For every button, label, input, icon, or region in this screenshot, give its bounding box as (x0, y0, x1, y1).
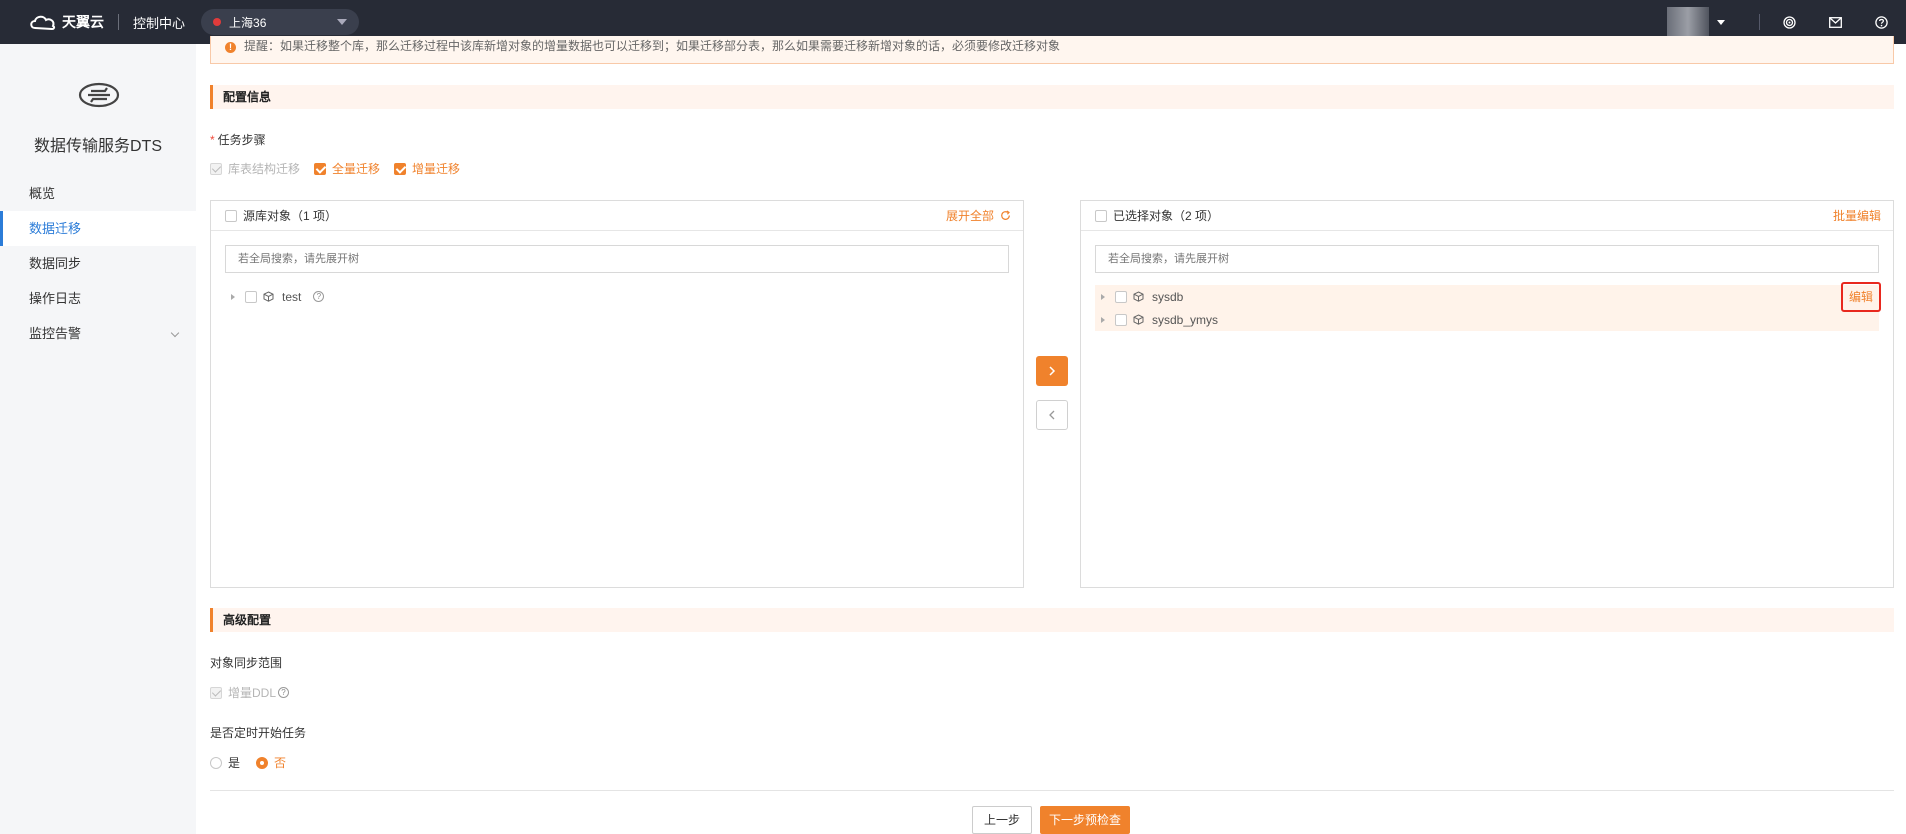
brand-name: 天翼云 (62, 14, 104, 30)
ddl-option: 增量DDL ? (210, 684, 290, 701)
step-label: 库表结构迁移 (228, 162, 301, 176)
task-steps: 库表结构迁移 全量迁移 增量迁移 (210, 160, 474, 177)
location-pin-icon (213, 18, 222, 26)
tree-row[interactable]: test ? (225, 285, 1009, 308)
checkbox (210, 686, 222, 699)
database-cube-icon (263, 291, 274, 302)
task-steps-text: 任务步骤 (217, 133, 266, 147)
step-incremental-migration[interactable]: 增量迁移 (394, 160, 460, 177)
help-icon[interactable]: ? (313, 291, 325, 302)
service-title: 数据传输服务DTS (33, 138, 162, 155)
radio-no-label: 否 (274, 756, 287, 770)
expand-triangle-icon[interactable] (231, 293, 235, 300)
panel-header: 已选择对象（2 项） 批量编辑 (1081, 201, 1893, 231)
sidebar-nav: 概览 数据迁移 数据同步 操作日志 监控告警 (0, 176, 196, 351)
tree-item-label: sysdb_ymys (1152, 312, 1219, 327)
radio-no[interactable] (256, 756, 269, 769)
chevron-down-icon (337, 19, 348, 25)
avatar[interactable] (1667, 7, 1709, 37)
notice-banner: ! 提醒：如果迁移整个库，那么迁移过程中该库新增对象的增量数据也可以迁移到；如果迁… (210, 36, 1894, 64)
panel-title: 源库对象（1 项） (243, 209, 338, 223)
select-all-checkbox[interactable] (1095, 209, 1107, 222)
chevron-right-icon (1049, 366, 1056, 376)
previous-step-button[interactable]: 上一步 (972, 806, 1032, 834)
step-label: 全量迁移 (332, 162, 381, 176)
selected-tree: sysdb 编辑 sysdb_ymys (1095, 281, 1881, 331)
tree-item-label: test (282, 289, 302, 304)
panel-header: 源库对象（1 项） 展开全部 (211, 201, 1023, 231)
sync-scope-label: 对象同步范围 (210, 656, 283, 670)
tree-row[interactable]: sysdb 编辑 (1095, 281, 1881, 312)
checkbox[interactable] (1115, 313, 1127, 326)
scheduled-start-radio-group: 是 否 (210, 754, 286, 771)
next-precheck-button[interactable]: 下一步预检查 (1040, 806, 1130, 834)
expand-triangle-icon[interactable] (1101, 293, 1105, 300)
required-mark: * (210, 133, 215, 147)
step-schema-migration: 库表结构迁移 (210, 160, 300, 177)
warning-icon: ! (225, 42, 236, 53)
step-full-migration[interactable]: 全量迁移 (314, 160, 380, 177)
chevron-left-icon (1049, 410, 1055, 420)
sidebar-item-operation-log[interactable]: 操作日志 (0, 281, 196, 316)
sidebar-item-overview[interactable]: 概览 (0, 176, 196, 211)
expand-triangle-icon[interactable] (1101, 316, 1105, 323)
source-search-input[interactable] (225, 245, 1009, 273)
checkbox[interactable] (394, 162, 407, 175)
ddl-label: 增量DDL (228, 686, 277, 700)
task-steps-label: * 任务步骤 (210, 131, 266, 148)
database-cube-icon (1133, 314, 1144, 325)
target-icon[interactable] (1782, 15, 1796, 29)
selected-objects-panel: 已选择对象（2 项） 批量编辑 sysdb 编辑 sysdb_ymys (1080, 200, 1894, 588)
section-header-advanced: 高级配置 (210, 608, 1894, 632)
cloud-logo-icon (30, 15, 56, 31)
move-left-button[interactable] (1036, 400, 1068, 430)
checkbox[interactable] (314, 162, 327, 175)
user-menu-caret-icon[interactable] (1717, 19, 1725, 25)
help-icon[interactable]: ? (278, 687, 290, 698)
checkbox[interactable] (1115, 290, 1127, 303)
checkbox[interactable] (245, 290, 257, 303)
dts-logo-icon (78, 80, 120, 113)
database-cube-icon (1133, 291, 1144, 302)
tree-item-label: sysdb (1152, 289, 1184, 304)
sidebar-item-monitoring[interactable]: 监控告警 (0, 316, 196, 351)
source-objects-panel: 源库对象（1 项） 展开全部 test ? (210, 200, 1024, 588)
brand-logo[interactable]: 天翼云 (28, 12, 104, 32)
select-all-checkbox[interactable] (225, 209, 237, 222)
move-right-button[interactable] (1036, 356, 1068, 386)
chevron-down-icon (170, 328, 180, 338)
region-selector[interactable]: 上海36 (201, 9, 360, 35)
refresh-icon (1001, 210, 1010, 220)
help-icon[interactable] (1874, 15, 1888, 29)
selected-search-input[interactable] (1095, 245, 1879, 273)
mail-icon[interactable] (1828, 15, 1842, 29)
notice-text: 提醒：如果迁移整个库，那么迁移过程中该库新增对象的增量数据也可以迁移到；如果迁移… (244, 39, 1061, 53)
radio-yes-label: 是 (228, 756, 241, 770)
section-header-config: 配置信息 (210, 85, 1894, 109)
tree-row[interactable]: sysdb_ymys (1095, 308, 1879, 331)
scheduled-start-label: 是否定时开始任务 (210, 726, 307, 740)
region-label: 上海36 (229, 15, 267, 30)
radio-yes[interactable] (210, 756, 222, 769)
sidebar-item-label: 监控告警 (29, 326, 82, 341)
source-tree: test ? (225, 285, 1009, 308)
footer-divider (210, 790, 1894, 791)
step-label: 增量迁移 (412, 162, 461, 176)
divider (118, 14, 119, 30)
console-link[interactable]: 控制中心 (133, 13, 185, 32)
divider (1759, 14, 1760, 30)
sidebar-item-data-migration[interactable]: 数据迁移 (0, 211, 196, 246)
edit-button[interactable]: 编辑 (1840, 281, 1881, 312)
sidebar: 数据传输服务DTS 概览 数据迁移 数据同步 操作日志 监控告警 (0, 44, 196, 834)
panel-title: 已选择对象（2 项） (1113, 209, 1220, 223)
sidebar-item-data-sync[interactable]: 数据同步 (0, 246, 196, 281)
batch-edit-button[interactable]: 批量编辑 (1833, 207, 1881, 224)
expand-all-button[interactable]: 展开全部 (946, 207, 1011, 224)
checkbox (210, 162, 222, 175)
expand-all-label: 展开全部 (945, 209, 994, 223)
